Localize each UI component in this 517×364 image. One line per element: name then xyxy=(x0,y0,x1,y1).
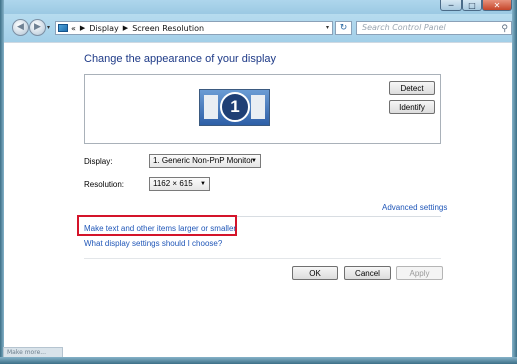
nav-divider xyxy=(4,42,512,43)
page-title: Change the appearance of your display xyxy=(84,53,277,65)
monitor-window-left xyxy=(204,95,218,119)
forward-button[interactable]: ▶ xyxy=(29,19,46,36)
breadcrumb-overflow[interactable]: « xyxy=(71,24,76,33)
display-preview: 1 Detect Identify xyxy=(84,74,441,144)
resolution-select[interactable]: 1162 × 615 ▼ xyxy=(149,177,210,191)
search-input[interactable]: Search Control Panel ⚲ xyxy=(356,21,512,35)
display-select[interactable]: 1. Generic Non-PnP Monitor ▼ xyxy=(149,154,261,168)
breadcrumb-screen-resolution[interactable]: Screen Resolution xyxy=(132,24,204,33)
apply-button[interactable]: Apply xyxy=(396,266,443,280)
close-icon: ✕ xyxy=(493,0,501,10)
monitor-icon[interactable]: 1 xyxy=(199,89,270,126)
search-icon[interactable]: ⚲ xyxy=(501,23,508,35)
advanced-settings-link[interactable]: Advanced settings xyxy=(382,203,447,212)
minimize-icon: ─ xyxy=(448,0,454,10)
control-panel-icon xyxy=(58,24,68,32)
chevron-down-icon: ▼ xyxy=(251,158,257,164)
address-dropdown-icon[interactable]: ▾ xyxy=(326,24,329,31)
maximize-button[interactable]: □ xyxy=(462,0,482,11)
display-help-link[interactable]: What display settings should I choose? xyxy=(84,239,222,248)
detect-button[interactable]: Detect xyxy=(389,81,435,95)
resolution-label: Resolution: xyxy=(84,180,125,189)
title-bar: ─ □ ✕ xyxy=(4,0,512,14)
display-label: Display: xyxy=(84,157,113,166)
identify-button[interactable]: Identify xyxy=(389,100,435,114)
refresh-icon: ↻ xyxy=(339,23,348,33)
address-bar[interactable]: « ▶ Display ▶ Screen Resolution ▾ xyxy=(55,21,333,35)
refresh-button[interactable]: ↻ xyxy=(335,21,352,35)
breadcrumb-display[interactable]: Display xyxy=(89,24,119,33)
minimize-button[interactable]: ─ xyxy=(440,0,462,11)
forward-arrow-icon: ▶ xyxy=(34,22,41,32)
window-frame-left xyxy=(0,0,4,364)
footer-divider xyxy=(84,258,441,259)
text-size-link[interactable]: Make text and other items larger or smal… xyxy=(84,224,236,233)
monitor-number-badge: 1 xyxy=(220,92,250,122)
chevron-down-icon: ▼ xyxy=(200,181,206,187)
close-button[interactable]: ✕ xyxy=(482,0,512,11)
maximize-icon: □ xyxy=(468,0,476,10)
navigation-bar: ◀ ▶ ▾ « ▶ Display ▶ Screen Resolution ▾ … xyxy=(4,14,512,42)
monitor-window-right xyxy=(251,95,265,119)
window-frame-right xyxy=(512,0,517,364)
back-button[interactable]: ◀ xyxy=(12,19,29,36)
recent-pages-dropdown[interactable]: ▾ xyxy=(47,24,50,31)
breadcrumb-separator-icon: ▶ xyxy=(79,24,86,32)
search-placeholder: Search Control Panel xyxy=(362,23,446,32)
breadcrumb-separator-icon: ▶ xyxy=(122,24,129,32)
cancel-button[interactable]: Cancel xyxy=(344,266,391,280)
back-arrow-icon: ◀ xyxy=(17,22,24,32)
display-select-value: 1. Generic Non-PnP Monitor xyxy=(153,156,254,165)
window-frame-bottom xyxy=(0,357,517,364)
ok-button[interactable]: OK xyxy=(292,266,338,280)
resolution-select-value: 1162 × 615 xyxy=(153,179,193,188)
